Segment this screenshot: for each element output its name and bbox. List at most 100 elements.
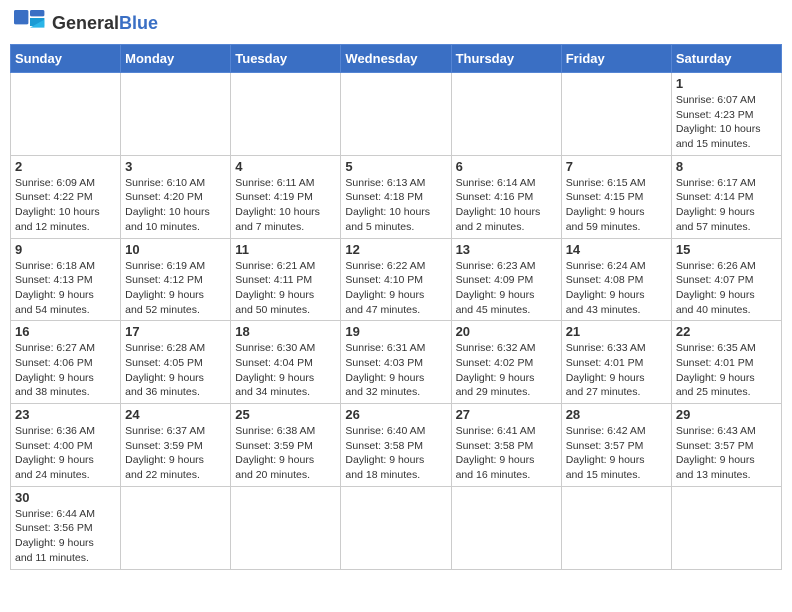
day-number: 26 (345, 407, 446, 422)
day-number: 23 (15, 407, 116, 422)
calendar-day-cell: 19 Sunrise: 6:31 AM Sunset: 4:03 PM Dayli… (341, 321, 451, 404)
day-info: Sunrise: 6:22 AM Sunset: 4:10 PM Dayligh… (345, 259, 446, 318)
day-info: Sunrise: 6:28 AM Sunset: 4:05 PM Dayligh… (125, 341, 226, 400)
calendar-day-cell: 22Sunrise: 6:35 AM Sunset: 4:01 PM Dayli… (671, 321, 781, 404)
calendar-day-cell (451, 486, 561, 569)
calendar-day-cell: 5 Sunrise: 6:13 AM Sunset: 4:18 PM Daylig… (341, 155, 451, 238)
day-info: Sunrise: 6:32 AM Sunset: 4:02 PM Dayligh… (456, 341, 557, 400)
day-number: 12 (345, 242, 446, 257)
day-info: Sunrise: 6:13 AM Sunset: 4:18 PM Dayligh… (345, 176, 446, 235)
page-header: GeneralBlue (10, 10, 782, 38)
day-number: 18 (235, 324, 336, 339)
calendar-day-cell: 21 Sunrise: 6:33 AM Sunset: 4:01 PM Dayli… (561, 321, 671, 404)
day-info: Sunrise: 6:11 AM Sunset: 4:19 PM Dayligh… (235, 176, 336, 235)
calendar-day-cell (671, 486, 781, 569)
day-info: Sunrise: 6:38 AM Sunset: 3:59 PM Dayligh… (235, 424, 336, 483)
calendar-day-cell (341, 73, 451, 156)
weekday-header-cell: Monday (121, 45, 231, 73)
day-info: Sunrise: 6:15 AM Sunset: 4:15 PM Dayligh… (566, 176, 667, 235)
day-info: Sunrise: 6:27 AM Sunset: 4:06 PM Dayligh… (15, 341, 116, 400)
weekday-header-cell: Thursday (451, 45, 561, 73)
day-number: 13 (456, 242, 557, 257)
calendar-week-row: 23 Sunrise: 6:36 AM Sunset: 4:00 PM Dayli… (11, 404, 782, 487)
weekday-header-row: SundayMondayTuesdayWednesdayThursdayFrid… (11, 45, 782, 73)
day-info: Sunrise: 6:10 AM Sunset: 4:20 PM Dayligh… (125, 176, 226, 235)
calendar-day-cell: 27Sunrise: 6:41 AM Sunset: 3:58 PM Dayli… (451, 404, 561, 487)
day-number: 9 (15, 242, 116, 257)
calendar-day-cell: 1Sunrise: 6:07 AM Sunset: 4:23 PM Daylig… (671, 73, 781, 156)
calendar-day-cell (231, 486, 341, 569)
day-number: 11 (235, 242, 336, 257)
day-info: Sunrise: 6:14 AM Sunset: 4:16 PM Dayligh… (456, 176, 557, 235)
calendar-week-row: 1Sunrise: 6:07 AM Sunset: 4:23 PM Daylig… (11, 73, 782, 156)
calendar-day-cell: 18 Sunrise: 6:30 AM Sunset: 4:04 PM Dayli… (231, 321, 341, 404)
calendar-day-cell: 14Sunrise: 6:24 AM Sunset: 4:08 PM Dayli… (561, 238, 671, 321)
weekday-header-cell: Sunday (11, 45, 121, 73)
day-info: Sunrise: 6:40 AM Sunset: 3:58 PM Dayligh… (345, 424, 446, 483)
day-info: Sunrise: 6:33 AM Sunset: 4:01 PM Dayligh… (566, 341, 667, 400)
calendar-day-cell: 25 Sunrise: 6:38 AM Sunset: 3:59 PM Dayli… (231, 404, 341, 487)
calendar-day-cell (11, 73, 121, 156)
day-info: Sunrise: 6:31 AM Sunset: 4:03 PM Dayligh… (345, 341, 446, 400)
day-number: 17 (125, 324, 226, 339)
calendar-day-cell: 16Sunrise: 6:27 AM Sunset: 4:06 PM Dayli… (11, 321, 121, 404)
calendar-day-cell: 12 Sunrise: 6:22 AM Sunset: 4:10 PM Dayli… (341, 238, 451, 321)
day-info: Sunrise: 6:18 AM Sunset: 4:13 PM Dayligh… (15, 259, 116, 318)
calendar-day-cell: 13 Sunrise: 6:23 AM Sunset: 4:09 PM Dayli… (451, 238, 561, 321)
calendar-day-cell: 4 Sunrise: 6:11 AM Sunset: 4:19 PM Daylig… (231, 155, 341, 238)
day-info: Sunrise: 6:19 AM Sunset: 4:12 PM Dayligh… (125, 259, 226, 318)
day-number: 20 (456, 324, 557, 339)
calendar-day-cell: 23 Sunrise: 6:36 AM Sunset: 4:00 PM Dayli… (11, 404, 121, 487)
calendar-week-row: 2 Sunrise: 6:09 AM Sunset: 4:22 PM Daylig… (11, 155, 782, 238)
calendar-day-cell (451, 73, 561, 156)
calendar-day-cell: 15 Sunrise: 6:26 AM Sunset: 4:07 PM Dayli… (671, 238, 781, 321)
day-number: 29 (676, 407, 777, 422)
calendar-day-cell (341, 486, 451, 569)
day-number: 28 (566, 407, 667, 422)
calendar-day-cell: 6Sunrise: 6:14 AM Sunset: 4:16 PM Daylig… (451, 155, 561, 238)
day-number: 14 (566, 242, 667, 257)
calendar-week-row: 16Sunrise: 6:27 AM Sunset: 4:06 PM Dayli… (11, 321, 782, 404)
day-number: 2 (15, 159, 116, 174)
day-number: 15 (676, 242, 777, 257)
day-number: 10 (125, 242, 226, 257)
day-number: 4 (235, 159, 336, 174)
day-number: 7 (566, 159, 667, 174)
calendar-day-cell (231, 73, 341, 156)
calendar-day-cell: 24Sunrise: 6:37 AM Sunset: 3:59 PM Dayli… (121, 404, 231, 487)
day-info: Sunrise: 6:26 AM Sunset: 4:07 PM Dayligh… (676, 259, 777, 318)
day-number: 8 (676, 159, 777, 174)
calendar-day-cell (561, 73, 671, 156)
calendar-day-cell (121, 486, 231, 569)
calendar-day-cell: 30Sunrise: 6:44 AM Sunset: 3:56 PM Dayli… (11, 486, 121, 569)
calendar-day-cell: 10 Sunrise: 6:19 AM Sunset: 4:12 PM Dayli… (121, 238, 231, 321)
day-number: 5 (345, 159, 446, 174)
calendar-body: 1Sunrise: 6:07 AM Sunset: 4:23 PM Daylig… (11, 73, 782, 570)
calendar-day-cell (121, 73, 231, 156)
calendar-table: SundayMondayTuesdayWednesdayThursdayFrid… (10, 44, 782, 570)
day-number: 27 (456, 407, 557, 422)
day-info: Sunrise: 6:23 AM Sunset: 4:09 PM Dayligh… (456, 259, 557, 318)
day-info: Sunrise: 6:30 AM Sunset: 4:04 PM Dayligh… (235, 341, 336, 400)
day-info: Sunrise: 6:44 AM Sunset: 3:56 PM Dayligh… (15, 507, 116, 566)
weekday-header-cell: Saturday (671, 45, 781, 73)
calendar-day-cell: 26 Sunrise: 6:40 AM Sunset: 3:58 PM Dayli… (341, 404, 451, 487)
day-info: Sunrise: 6:36 AM Sunset: 4:00 PM Dayligh… (15, 424, 116, 483)
day-number: 19 (345, 324, 446, 339)
day-info: Sunrise: 6:09 AM Sunset: 4:22 PM Dayligh… (15, 176, 116, 235)
logo-icon (14, 10, 46, 38)
logo: GeneralBlue (14, 10, 158, 38)
day-info: Sunrise: 6:35 AM Sunset: 4:01 PM Dayligh… (676, 341, 777, 400)
calendar-day-cell: 11Sunrise: 6:21 AM Sunset: 4:11 PM Dayli… (231, 238, 341, 321)
day-info: Sunrise: 6:43 AM Sunset: 3:57 PM Dayligh… (676, 424, 777, 483)
day-number: 21 (566, 324, 667, 339)
day-number: 25 (235, 407, 336, 422)
calendar-day-cell: 20 Sunrise: 6:32 AM Sunset: 4:02 PM Dayli… (451, 321, 561, 404)
calendar-day-cell: 29 Sunrise: 6:43 AM Sunset: 3:57 PM Dayli… (671, 404, 781, 487)
calendar-day-cell (561, 486, 671, 569)
calendar-day-cell: 9 Sunrise: 6:18 AM Sunset: 4:13 PM Daylig… (11, 238, 121, 321)
day-info: Sunrise: 6:42 AM Sunset: 3:57 PM Dayligh… (566, 424, 667, 483)
calendar-day-cell: 28 Sunrise: 6:42 AM Sunset: 3:57 PM Dayli… (561, 404, 671, 487)
day-number: 24 (125, 407, 226, 422)
calendar-week-row: 30Sunrise: 6:44 AM Sunset: 3:56 PM Dayli… (11, 486, 782, 569)
